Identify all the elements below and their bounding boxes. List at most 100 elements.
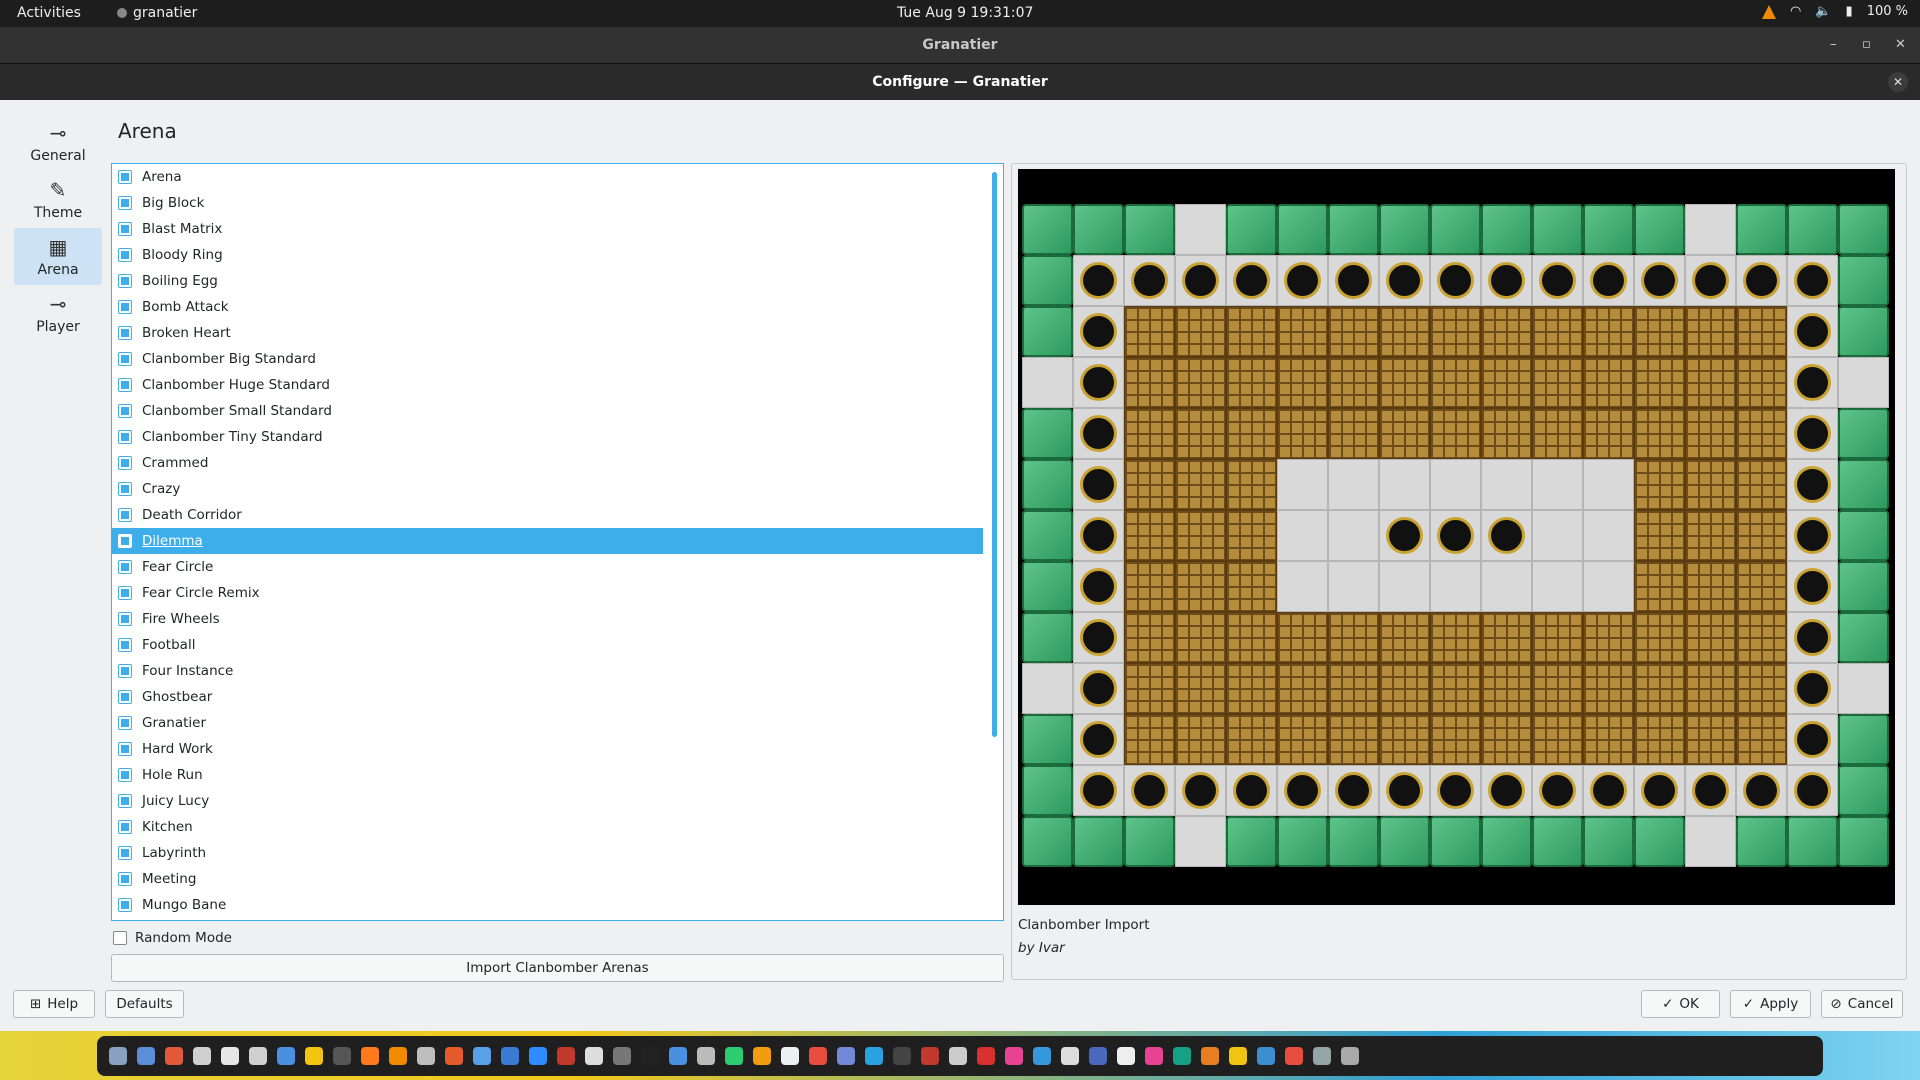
dock-app-icon[interactable] [333, 1047, 351, 1065]
dock-app-icon[interactable] [193, 1047, 211, 1065]
list-item[interactable]: Death Corridor [112, 502, 1003, 528]
list-item[interactable]: Fear Circle [112, 554, 1003, 580]
arena-checkbox[interactable] [118, 482, 132, 496]
dock-app-icon[interactable] [669, 1047, 687, 1065]
dock-app-icon[interactable] [165, 1047, 183, 1065]
list-item[interactable]: Labyrinth [112, 840, 1003, 866]
arena-checkbox[interactable] [118, 456, 132, 470]
arena-checkbox[interactable] [118, 612, 132, 626]
arena-checkbox[interactable] [118, 768, 132, 782]
list-item[interactable]: Kitchen [112, 814, 1003, 840]
arena-checkbox[interactable] [118, 508, 132, 522]
list-item[interactable]: Mungo Bane [112, 892, 1003, 918]
arena-checkbox[interactable] [118, 170, 132, 184]
apply-button[interactable]: ✓ Apply [1730, 990, 1811, 1018]
maximize-button[interactable]: ▫ [1862, 27, 1871, 63]
list-item[interactable]: Fire Wheels [112, 606, 1003, 632]
arena-checkbox[interactable] [118, 560, 132, 574]
list-item[interactable]: Hard Work [112, 736, 1003, 762]
help-button[interactable]: ⊞ Help [13, 990, 95, 1018]
ok-button[interactable]: ✓ OK [1641, 990, 1720, 1018]
list-item[interactable]: Clanbomber Tiny Standard [112, 424, 1003, 450]
list-item[interactable]: Clanbomber Big Standard [112, 346, 1003, 372]
checkbox-box[interactable] [113, 931, 127, 945]
dock-app-icon[interactable] [1201, 1047, 1219, 1065]
list-item[interactable]: Clanbomber Small Standard [112, 398, 1003, 424]
dock-app-icon[interactable] [585, 1047, 603, 1065]
list-item[interactable]: Blast Matrix [112, 216, 1003, 242]
app-menu[interactable]: granatier [117, 5, 197, 21]
dock-app-icon[interactable] [221, 1047, 239, 1065]
dock-app-icon[interactable] [501, 1047, 519, 1065]
dock-app-icon[interactable] [1173, 1047, 1191, 1065]
arena-checkbox[interactable] [118, 690, 132, 704]
list-item[interactable]: Ghostbear [112, 684, 1003, 710]
list-item[interactable]: Fear Circle Remix [112, 580, 1003, 606]
arena-checkbox[interactable] [118, 716, 132, 730]
arena-checkbox[interactable] [118, 898, 132, 912]
arena-checkbox[interactable] [118, 534, 132, 548]
dock-app-icon[interactable] [445, 1047, 463, 1065]
list-item[interactable]: Granatier [112, 710, 1003, 736]
arena-checkbox[interactable] [118, 300, 132, 314]
arena-checkbox[interactable] [118, 196, 132, 210]
dock-app-icon[interactable] [725, 1047, 743, 1065]
cancel-button[interactable]: ⊘ Cancel [1821, 990, 1903, 1018]
arena-checkbox[interactable] [118, 248, 132, 262]
arena-checkbox[interactable] [118, 794, 132, 808]
arena-checkbox[interactable] [118, 586, 132, 600]
close-window-button[interactable]: ✕ [1895, 27, 1906, 63]
dock-app-icon[interactable] [893, 1047, 911, 1065]
import-clanbomber-button[interactable]: Import Clanbomber Arenas [111, 954, 1004, 982]
list-item[interactable]: Arena [112, 164, 1003, 190]
arena-checkbox[interactable] [118, 378, 132, 392]
arena-checkbox[interactable] [118, 274, 132, 288]
arena-checkbox[interactable] [118, 846, 132, 860]
random-mode-checkbox[interactable]: Random Mode [113, 930, 232, 946]
clock[interactable]: Tue Aug 9 19:31:07 [897, 5, 1033, 21]
list-scrollbar[interactable] [992, 172, 997, 737]
arena-checkbox[interactable] [118, 352, 132, 366]
dock-app-icon[interactable] [1061, 1047, 1079, 1065]
dock-app-icon[interactable] [613, 1047, 631, 1065]
dock-app-icon[interactable] [865, 1047, 883, 1065]
arena-checkbox[interactable] [118, 820, 132, 834]
dock-app-icon[interactable] [697, 1047, 715, 1065]
list-item[interactable]: Hole Run [112, 762, 1003, 788]
dock-app-icon[interactable] [1117, 1047, 1135, 1065]
dock-app-icon[interactable] [949, 1047, 967, 1065]
list-item[interactable]: Bloody Ring [112, 242, 1003, 268]
dock-app-icon[interactable] [417, 1047, 435, 1065]
activities-button[interactable]: Activities [17, 5, 81, 21]
dock-app-icon[interactable] [109, 1047, 127, 1065]
arena-checkbox[interactable] [118, 664, 132, 678]
dock-app-icon[interactable] [837, 1047, 855, 1065]
vlc-icon[interactable] [1762, 4, 1776, 19]
dock-app-icon[interactable] [1145, 1047, 1163, 1065]
sidebar-item-theme[interactable]: ✎ Theme [14, 171, 102, 228]
list-item[interactable]: Clanbomber Huge Standard [112, 372, 1003, 398]
sidebar-item-player[interactable]: ⊸ Player [14, 285, 102, 342]
dock-app-icon[interactable] [1089, 1047, 1107, 1065]
list-item[interactable]: Four Instance [112, 658, 1003, 684]
dock-app-icon[interactable] [249, 1047, 267, 1065]
dock-app-icon[interactable] [641, 1047, 659, 1065]
dock-app-icon[interactable] [1341, 1047, 1359, 1065]
list-item[interactable]: Juicy Lucy [112, 788, 1003, 814]
dock-app-icon[interactable] [753, 1047, 771, 1065]
arena-checkbox[interactable] [118, 742, 132, 756]
sidebar-item-arena[interactable]: ▦ Arena [14, 228, 102, 285]
list-item[interactable]: Crazy [112, 476, 1003, 502]
dock-app-icon[interactable] [305, 1047, 323, 1065]
list-item[interactable]: Boiling Egg [112, 268, 1003, 294]
arena-list[interactable]: Arena Big Block Blast Matrix Bloody Ring Boi… [111, 163, 1004, 921]
list-item[interactable]: Meeting [112, 866, 1003, 892]
dock-app-icon[interactable] [1005, 1047, 1023, 1065]
dock-app-icon[interactable] [361, 1047, 379, 1065]
dialog-close-button[interactable]: ✕ [1888, 72, 1908, 92]
list-item[interactable]: Big Block [112, 190, 1003, 216]
list-item[interactable]: Dilemma [112, 528, 983, 554]
arena-checkbox[interactable] [118, 430, 132, 444]
sidebar-item-general[interactable]: ⊸ General [14, 114, 102, 171]
arena-checkbox[interactable] [118, 222, 132, 236]
